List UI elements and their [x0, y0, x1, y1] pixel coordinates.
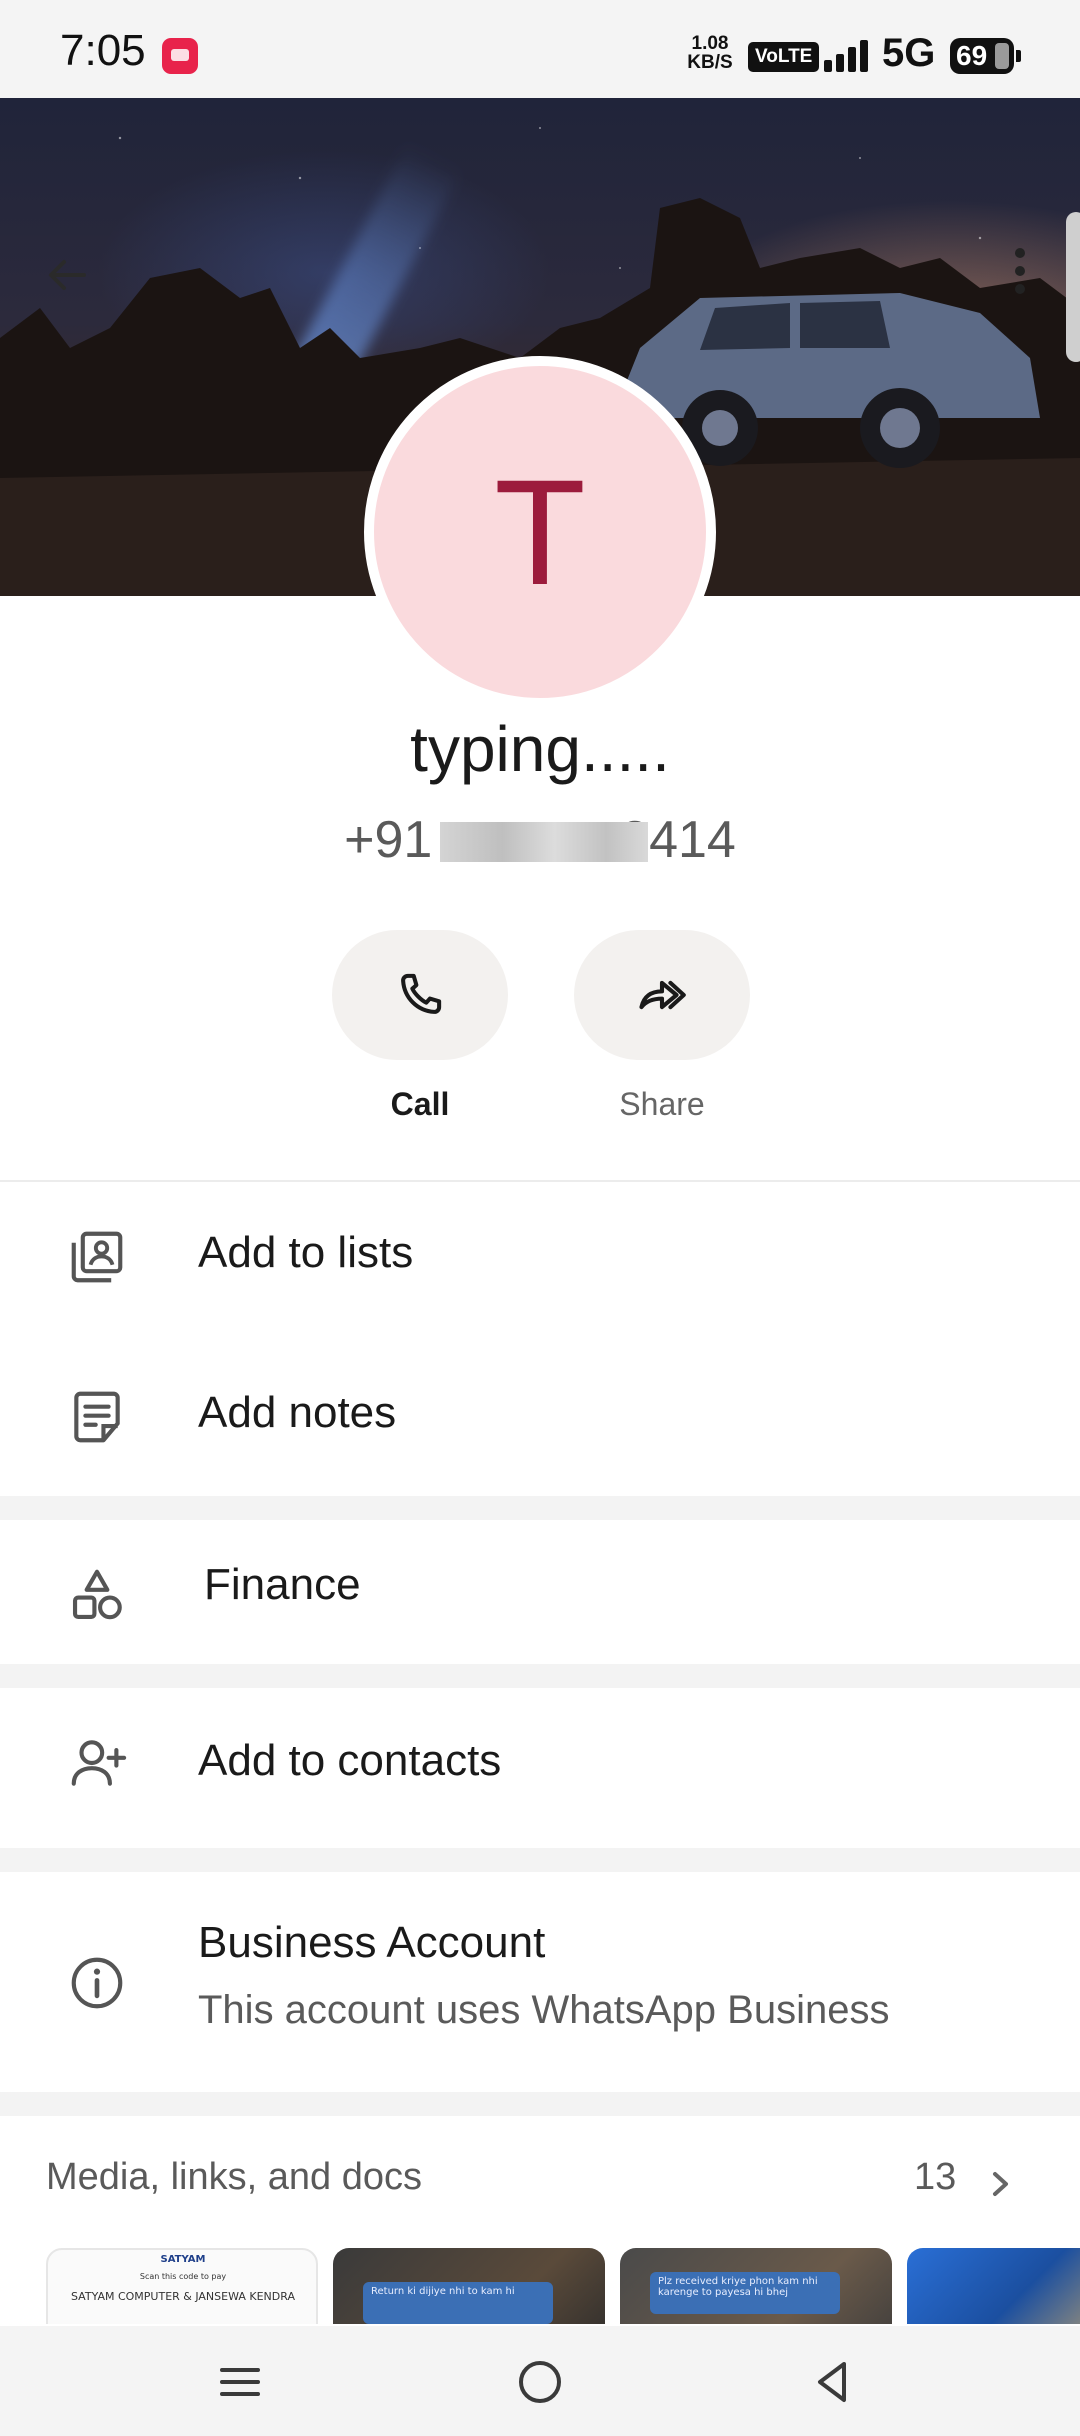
status-bar: 7:05 1.08 KB/S VoLTE 5G 69 — [0, 0, 1080, 98]
share-forward-icon — [639, 980, 686, 1010]
add-notes-row[interactable]: Add notes — [0, 1340, 1080, 1490]
snapdeal-notification-icon — [162, 38, 198, 74]
thumb-caption: Scan this code to pay — [139, 2272, 227, 2281]
media-thumbnail[interactable] — [907, 2248, 1080, 2324]
recent-apps-icon[interactable] — [214, 2356, 266, 2408]
section-gap — [0, 1664, 1080, 1688]
chevron-right-icon[interactable] — [986, 2164, 1016, 2204]
finance-row[interactable]: Finance — [0, 1520, 1080, 1670]
battery-icon: 69 — [950, 38, 1014, 74]
share-label: Share — [619, 1086, 705, 1122]
thumb-logo-text: SATYAM — [160, 2254, 206, 2265]
section-gap — [0, 1496, 1080, 1520]
contact-list-icon — [71, 1231, 123, 1283]
network-speed: 1.08 KB/S — [682, 34, 738, 72]
media-label: Media, links, and docs — [46, 2156, 422, 2198]
avatar-letter: T — [494, 448, 586, 616]
section-gap — [0, 2092, 1080, 2116]
thumb-caption: SATYAM COMPUTER & JANSEWA KENDRA — [71, 2290, 295, 2303]
media-count: 13 — [914, 2156, 957, 2198]
contact-name: typing..... — [410, 713, 670, 785]
network-speed-value: 1.08 — [691, 33, 729, 54]
back-arrow-icon[interactable] — [44, 252, 90, 298]
share-button[interactable] — [574, 930, 750, 1060]
more-options-icon[interactable] — [1010, 248, 1030, 300]
thumb-chat-bubble: Plz received kriye phon kam nhi karenge … — [650, 2272, 840, 2314]
section-gap — [0, 1848, 1080, 1872]
thumb-chat-bubble: Return ki dijiye nhi to kam hi — [363, 2282, 553, 2324]
contact-info-screen: 7:05 1.08 KB/S VoLTE 5G 69 T typing.....… — [0, 0, 1080, 2436]
media-thumbnail[interactable]: SATYAM Scan this code to pay SATYAM COMP… — [46, 2248, 318, 2324]
call-label: Call — [390, 1086, 450, 1122]
status-time: 7:05 — [60, 26, 146, 75]
media-thumbnails: SATYAM Scan this code to pay SATYAM COMP… — [46, 2248, 1080, 2324]
navigation-bar — [0, 2326, 1080, 2436]
media-thumbnail[interactable]: Plz received kriye phon kam nhi karenge … — [620, 2248, 892, 2324]
call-action[interactable]: Call — [332, 930, 508, 1123]
finance-label: Finance — [204, 1560, 361, 1609]
add-to-lists-row[interactable]: Add to lists — [0, 1180, 1080, 1330]
add-to-contacts-label: Add to contacts — [198, 1736, 502, 1785]
contact-avatar[interactable]: T — [364, 356, 716, 708]
scroll-handle[interactable] — [1066, 212, 1080, 362]
add-to-contacts-row[interactable]: Add to contacts — [0, 1688, 1080, 1838]
phone-icon — [401, 973, 442, 1014]
add-to-lists-label: Add to lists — [198, 1228, 414, 1277]
signal-icon — [824, 40, 868, 72]
back-nav-icon[interactable] — [808, 2356, 860, 2408]
call-button[interactable] — [332, 930, 508, 1060]
business-account-row[interactable] — [0, 1872, 1080, 2092]
battery-level: 69 — [956, 40, 988, 71]
home-icon[interactable] — [514, 2356, 566, 2408]
add-notes-label: Add notes — [198, 1388, 397, 1437]
business-account-title: Business Account — [198, 1918, 546, 1967]
note-icon — [74, 1391, 120, 1443]
shapes-icon — [72, 1569, 122, 1620]
share-action[interactable]: Share — [574, 930, 750, 1123]
network-speed-unit: KB/S — [687, 52, 733, 73]
info-icon — [71, 1957, 123, 2009]
network-type: 5G — [882, 31, 936, 75]
media-thumbnail[interactable]: Return ki dijiye nhi to kam hi — [333, 2248, 605, 2324]
business-account-subtitle: This account uses WhatsApp Business — [198, 1988, 890, 2032]
phone-redaction — [440, 822, 648, 862]
volte-badge: VoLTE — [748, 42, 820, 72]
person-add-icon — [71, 1740, 127, 1786]
